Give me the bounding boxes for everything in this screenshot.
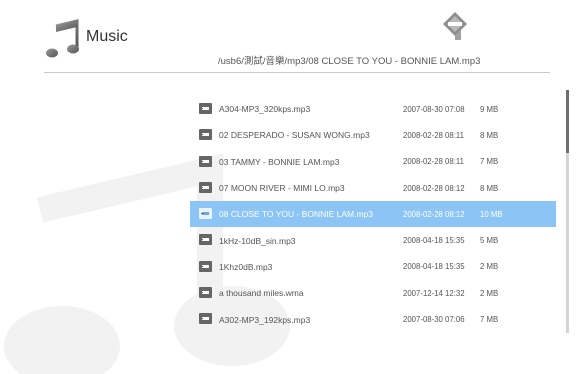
file-row[interactable]: 02 DESPERADO - SUSAN WONG.mp3 2008-02-28 … xyxy=(190,122,556,148)
file-name: 1Khz0dB.mp3 xyxy=(219,261,273,272)
file-size: 2 MB xyxy=(480,288,499,298)
file-list: A304-MP3_320kps.mp3 2007-08-30 07:08 9 MB 0… xyxy=(190,96,556,333)
music-note-icon xyxy=(46,19,79,58)
file-size: 7 MB xyxy=(480,315,499,325)
audio-file-icon xyxy=(199,208,212,220)
header-divider xyxy=(44,72,550,73)
file-size: 9 MB xyxy=(480,104,499,114)
audio-file-icon xyxy=(199,260,212,272)
audio-file-icon xyxy=(199,129,212,141)
file-size: 10 MB xyxy=(480,209,503,219)
file-row[interactable]: A304-MP3_320kps.mp3 2007-08-30 07:08 9 MB xyxy=(190,96,556,122)
file-size: 8 MB xyxy=(480,130,499,140)
file-date: 2008-02-28 08:11 xyxy=(403,130,464,140)
file-row[interactable]: 1kHz-10dB_sin.mp3 2008-04-18 15:35 5 MB xyxy=(190,227,556,253)
file-row[interactable]: 03 TAMMY - BONNIE LAM.mp3 2008-02-28 08:1… xyxy=(190,149,556,175)
file-date: 2008-02-28 08:12 xyxy=(403,183,465,193)
file-name: A304-MP3_320kps.mp3 xyxy=(219,104,311,115)
file-row-selected[interactable]: 08 CLOSE TO YOU - BONNIE LAM.mp3 2008-02-… xyxy=(190,201,556,228)
file-date: 2008-02-28 08:12 xyxy=(403,209,465,219)
file-name: 02 DESPERADO - SUSAN WONG.mp3 xyxy=(219,130,370,141)
file-name: 1kHz-10dB_sin.mp3 xyxy=(219,235,296,246)
file-name: A302-MP3_192kps.mp3 xyxy=(219,314,311,325)
diamond-logo-icon xyxy=(443,12,467,40)
file-size: 8 MB xyxy=(480,183,499,193)
file-date: 2008-02-28 08:11 xyxy=(403,157,464,167)
file-size: 5 MB xyxy=(480,236,499,246)
file-row[interactable]: 1Khz0dB.mp3 2008-04-18 15:35 2 MB xyxy=(190,254,556,280)
file-date: 2008-04-18 15:35 xyxy=(403,262,465,272)
file-date: 2007-08-30 07:06 xyxy=(403,315,465,325)
file-date: 2007-08-30 07:08 xyxy=(403,104,465,114)
audio-file-icon xyxy=(199,287,212,299)
file-size: 7 MB xyxy=(480,157,499,167)
breadcrumb: /usb6/測試/音樂/mp3/08 CLOSE TO YOU - BONNIE… xyxy=(218,56,481,67)
file-date: 2007-12-14 12:32 xyxy=(403,288,465,298)
music-browser-screen: Music /usb6/測試/音樂/mp3/08 CLOSE TO YOU - … xyxy=(0,0,588,374)
audio-file-icon xyxy=(199,181,212,193)
scrollbar-thumb[interactable] xyxy=(566,90,569,153)
file-date: 2008-04-18 15:35 xyxy=(403,236,465,246)
file-row[interactable]: 07 MOON RIVER - MIMI LO.mp3 2008-02-28 08… xyxy=(190,175,556,201)
file-row[interactable]: A302-MP3_192kps.mp3 2007-08-30 07:06 7 MB xyxy=(190,306,556,332)
file-name: 03 TAMMY - BONNIE LAM.mp3 xyxy=(219,156,340,167)
file-name: 07 MOON RIVER - MIMI LO.mp3 xyxy=(219,183,345,194)
audio-file-icon xyxy=(199,313,212,325)
file-row[interactable]: a thousand miles.wma 2007-12-14 12:32 2 MB xyxy=(190,280,556,306)
app-title: Music xyxy=(86,28,128,45)
file-size: 2 MB xyxy=(480,262,499,272)
audio-file-icon xyxy=(199,103,212,114)
file-name: 08 CLOSE TO YOU - BONNIE LAM.mp3 xyxy=(219,209,373,220)
audio-file-icon xyxy=(199,155,212,167)
audio-file-icon xyxy=(199,234,212,246)
file-name: a thousand miles.wma xyxy=(219,288,304,299)
